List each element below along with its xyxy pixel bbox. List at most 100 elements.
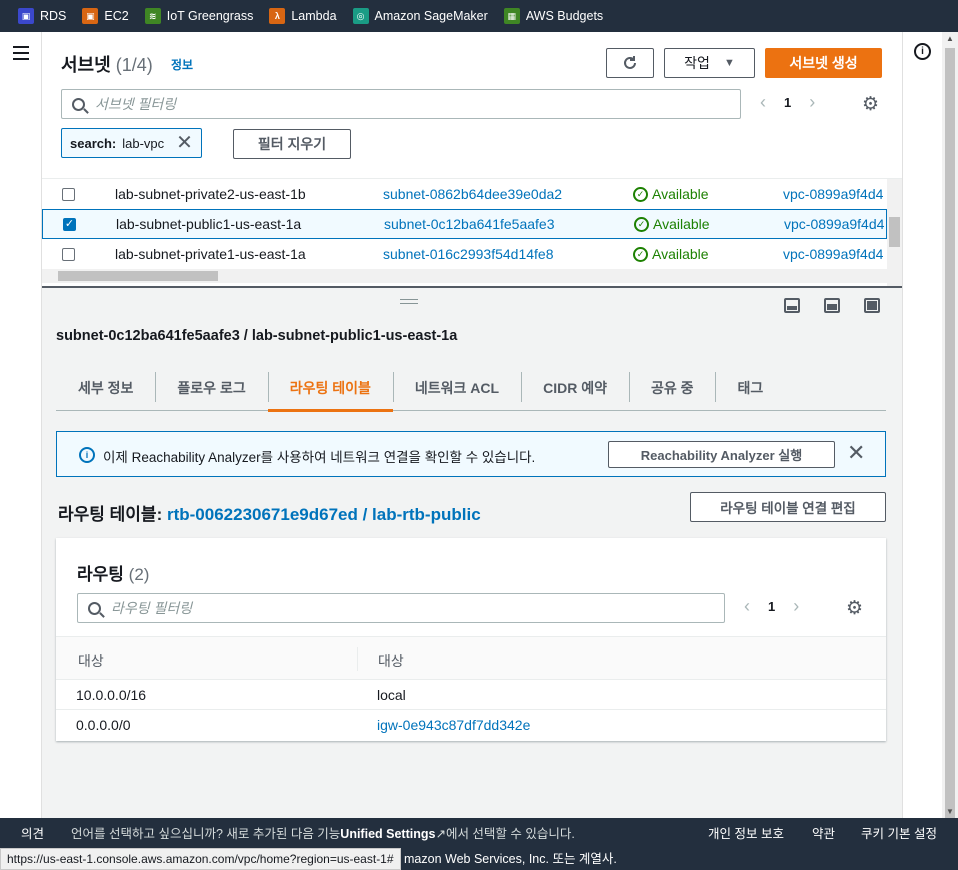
tab-tags[interactable]: 태그 (715, 366, 785, 410)
routes-count: (2) (128, 565, 150, 584)
row-checkbox[interactable] (62, 187, 75, 201)
settings-gear-icon[interactable]: ⚙ (862, 93, 879, 116)
subnet-id-link[interactable]: subnet-0c12ba641fe5aafe3 (384, 216, 554, 232)
info-link[interactable]: 정보 (171, 56, 193, 73)
main-content: 서브넷 (1/4) 정보 작업 ▼ 서브넷 생성 ‹ 1 › ⚙ search:… (42, 32, 902, 818)
run-reachability-analyzer-button[interactable]: Reachability Analyzer 실행 (608, 441, 835, 468)
routes-filter[interactable] (77, 593, 725, 623)
status-badge: ✓ Available (633, 246, 709, 262)
search-icon (72, 97, 85, 111)
clear-filter-button[interactable]: 필터 지우기 (233, 129, 351, 159)
vpc-id-link[interactable]: vpc-0899a9f4d4 (783, 246, 883, 262)
close-icon[interactable]: ✕ (847, 440, 865, 466)
resize-handle-icon[interactable] (400, 299, 418, 307)
next-page-icon[interactable]: › (809, 92, 815, 113)
info-icon: i (79, 447, 95, 463)
greengrass-icon: ≋ (144, 8, 161, 24)
create-subnet-button[interactable]: 서브넷 생성 (765, 48, 882, 78)
route-destination: 10.0.0.0/16 (76, 687, 147, 703)
vpc-id-link[interactable]: vpc-0899a9f4d4 (783, 186, 883, 202)
sagemaker-icon: ◎ (352, 8, 369, 24)
subnet-name: lab-subnet-public1-us-east-1a (116, 216, 302, 232)
subnet-id-link[interactable]: subnet-0862b64dee39e0da2 (383, 186, 562, 202)
search-icon (88, 601, 101, 615)
lambda-icon: λ (269, 8, 286, 24)
tab-details[interactable]: 세부 정보 (56, 366, 155, 410)
page-vertical-scrollbar[interactable]: ▲ ▼ (942, 32, 958, 818)
row-checkbox[interactable]: ✓ (63, 217, 76, 231)
status-badge: ✓ Available (634, 216, 710, 232)
remove-token-icon[interactable]: ✕ (176, 133, 193, 153)
prev-page-icon[interactable]: ‹ (760, 92, 766, 113)
route-target-link[interactable]: igw-0e943c87df7dd342e (377, 717, 530, 733)
page-number[interactable]: 1 (784, 95, 791, 110)
page-number[interactable]: 1 (768, 599, 775, 614)
check-circle-icon: ✓ (633, 186, 648, 202)
split-panel-divider (42, 286, 902, 288)
route-destination: 0.0.0.0/0 (76, 717, 131, 733)
tab-route-table[interactable]: 라우팅 테이블 (267, 366, 394, 412)
subnet-table: lab-subnet-private2-us-east-1b subnet-08… (42, 178, 902, 286)
info-panel-icon[interactable]: i (914, 43, 931, 60)
caret-down-icon: ▼ (723, 57, 735, 69)
tab-network-acl[interactable]: 네트워크 ACL (392, 366, 521, 410)
token-value: lab-vpc (122, 135, 165, 151)
subnet-filter[interactable] (61, 89, 741, 119)
token-key: search: (70, 135, 117, 151)
table-row[interactable]: lab-subnet-private2-us-east-1b subnet-08… (42, 179, 887, 209)
next-page-icon[interactable]: › (793, 596, 799, 617)
settings-gear-icon[interactable]: ⚙ (846, 597, 863, 620)
edit-route-table-association-button[interactable]: 라우팅 테이블 연결 편집 (690, 492, 886, 522)
routes-pagination: ‹ 1 › (744, 596, 799, 617)
route-table-link[interactable]: rtb-0062230671e9d67ed / lab-rtb-public (167, 505, 481, 524)
actions-dropdown[interactable]: 작업 ▼ (664, 48, 755, 78)
column-header-target[interactable]: 대상 (378, 651, 404, 671)
tab-flow-logs[interactable]: 플로우 로그 (155, 366, 267, 410)
privacy-link[interactable]: 개인 정보 보호 (708, 823, 784, 842)
filter-token: search: lab-vpc ✕ (61, 128, 202, 158)
terms-link[interactable]: 약관 (812, 823, 835, 842)
detail-title: subnet-0c12ba641fe5aafe3 / lab-subnet-pu… (56, 328, 458, 344)
favorite-budgets[interactable]: ▦ AWS Budgets (503, 8, 604, 24)
table-row[interactable]: lab-subnet-private1-us-east-1a subnet-01… (42, 239, 887, 269)
right-tools-strip: i (902, 32, 942, 818)
tab-cidr-reservations[interactable]: CIDR 예약 (521, 366, 629, 410)
panel-bottom-icon[interactable] (784, 298, 800, 313)
subnet-name: lab-subnet-private2-us-east-1b (115, 186, 306, 202)
prev-page-icon[interactable]: ‹ (744, 596, 750, 617)
favorites-bar: ▣ RDS ▣ EC2 ≋ IoT Greengrass λ Lambda ◎ Amazo… (0, 0, 958, 32)
panel-full-icon[interactable] (864, 298, 880, 313)
favorite-rds[interactable]: ▣ RDS (18, 8, 66, 24)
routes-table-header: 대상 대상 (56, 636, 886, 680)
table-horizontal-scrollbar[interactable] (42, 269, 887, 283)
status-badge: ✓ Available (633, 186, 709, 202)
favorite-label: IoT Greengrass (166, 9, 254, 23)
favorite-greengrass[interactable]: ≋ IoT Greengrass (144, 8, 254, 24)
table-vertical-scrollbar[interactable] (887, 179, 902, 286)
unified-settings-link[interactable]: Unified Settings (340, 827, 435, 841)
favorite-lambda[interactable]: λ Lambda (269, 8, 337, 24)
ec2-icon: ▣ (82, 8, 99, 24)
subnet-id-link[interactable]: subnet-016c2993f54d14fe8 (383, 246, 553, 262)
check-circle-icon: ✓ (634, 216, 649, 232)
subnet-name: lab-subnet-private1-us-east-1a (115, 246, 306, 262)
panel-side-icon[interactable] (824, 298, 840, 313)
subnet-filter-input[interactable] (95, 96, 638, 112)
subnet-count: (1/4) (115, 55, 153, 75)
hamburger-menu-icon[interactable] (13, 46, 29, 64)
favorite-label: AWS Budgets (525, 9, 604, 23)
feedback-link[interactable]: 의견 (21, 823, 44, 842)
rds-icon: ▣ (18, 8, 34, 24)
table-row[interactable]: ✓ lab-subnet-public1-us-east-1a subnet-0… (42, 209, 887, 239)
tab-sharing[interactable]: 공유 중 (628, 366, 716, 410)
column-header-destination[interactable]: 대상 (78, 651, 104, 671)
row-checkbox[interactable] (62, 247, 75, 261)
favorite-ec2[interactable]: ▣ EC2 (82, 8, 129, 24)
vpc-id-link[interactable]: vpc-0899a9f4d4 (784, 216, 884, 232)
check-circle-icon: ✓ (633, 246, 648, 262)
copyright-text: mazon Web Services, Inc. 또는 계열사. (404, 852, 617, 866)
routes-filter-input[interactable] (111, 600, 628, 616)
cookie-preferences-link[interactable]: 쿠키 기본 설정 (861, 823, 937, 842)
refresh-button[interactable] (606, 48, 654, 78)
favorite-sagemaker[interactable]: ◎ Amazon SageMaker (352, 8, 488, 24)
